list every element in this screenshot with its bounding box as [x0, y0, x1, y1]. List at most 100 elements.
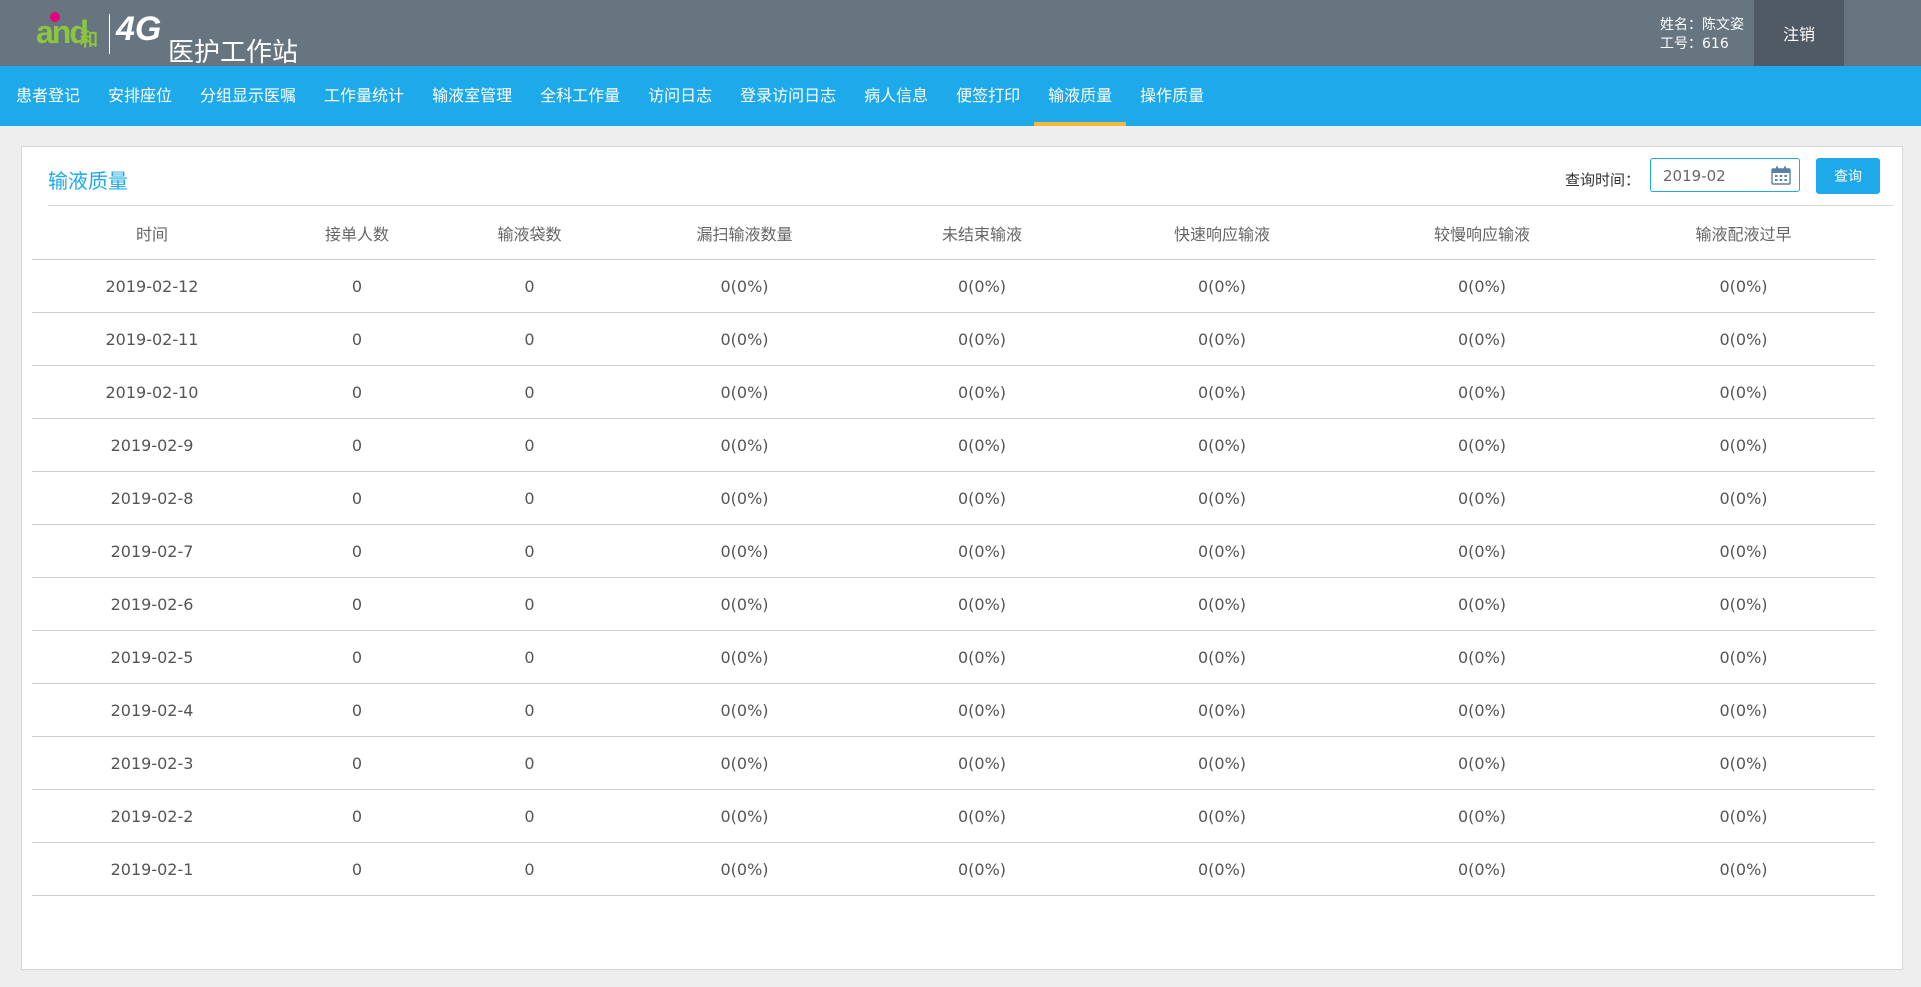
table-row: 2019-02-10 0 0 0(0%) 0(0%) 0(0%) 0(0%) 0(0%) [32, 365, 1875, 419]
table-cell: 0(0%) [872, 418, 1092, 472]
table-row: 2019-02-9 0 0 0(0%) 0(0%) 0(0%) 0(0%) 0(0%) [32, 418, 1875, 472]
table-cell: 0 [442, 683, 617, 737]
table-cell: 2019-02-3 [32, 736, 272, 790]
table-cell: 0 [442, 418, 617, 472]
user-id: 工号：616 [1660, 36, 1729, 52]
nav-list: 患者登记 安排座位 分组显示医嘱 工作量统计 输液室管理 全科工作量 访问日志 登录访问日志病… [0, 66, 1921, 126]
table-cell: 0 [272, 630, 442, 684]
calendar-icon[interactable] [1771, 166, 1791, 185]
nav-item-2[interactable]: 分组显示医嘱 [186, 66, 310, 126]
nav-item-9[interactable]: 便签打印 [942, 66, 1034, 126]
table-cell: 2019-02-8 [32, 471, 272, 525]
table-cell: 0(0%) [617, 259, 872, 313]
table-row: 2019-02-1 0 0 0(0%) 0(0%) 0(0%) 0(0%) 0(0%) [32, 842, 1875, 896]
column-header: 时间 [32, 207, 272, 260]
table-cell: 2019-02-1 [32, 842, 272, 896]
column-header: 输液袋数 [442, 207, 617, 260]
table-cell: 2019-02-11 [32, 312, 272, 366]
table-cell: 0(0%) [1352, 683, 1612, 737]
date-picker[interactable] [1650, 158, 1800, 192]
table-cell: 0(0%) [617, 471, 872, 525]
table-cell: 0 [442, 577, 617, 631]
table-cell: 0(0%) [1092, 471, 1352, 525]
table-cell: 0(0%) [1352, 259, 1612, 313]
table-cell: 0(0%) [1352, 471, 1612, 525]
table-cell: 0(0%) [872, 259, 1092, 313]
logout-button[interactable]: 注销 [1754, 0, 1844, 66]
table-cell: 0(0%) [1352, 630, 1612, 684]
table-row: 2019-02-6 0 0 0(0%) 0(0%) 0(0%) 0(0%) 0(0%) [32, 577, 1875, 631]
table-cell: 0(0%) [872, 312, 1092, 366]
table-cell: 0(0%) [872, 630, 1092, 684]
table-cell: 0(0%) [1612, 842, 1875, 896]
column-header: 输液配液过早 [1612, 207, 1875, 260]
table-cell: 0(0%) [1612, 630, 1875, 684]
user-info: 姓名：陈文姿 工号：616 [1660, 16, 1744, 54]
table-cell: 0(0%) [617, 524, 872, 578]
table-row: 2019-02-5 0 0 0(0%) 0(0%) 0(0%) 0(0%) 0(0%) [32, 630, 1875, 684]
table-cell: 0(0%) [1352, 842, 1612, 896]
nav-item-5[interactable]: 全科工作量 [526, 66, 634, 126]
table-cell: 2019-02-4 [32, 683, 272, 737]
table-row: 2019-02-8 0 0 0(0%) 0(0%) 0(0%) 0(0%) 0(0%) [32, 471, 1875, 525]
table-cell: 0(0%) [1092, 789, 1352, 843]
table-cell: 0(0%) [872, 577, 1092, 631]
table-cell: 2019-02-2 [32, 789, 272, 843]
table-cell: 0(0%) [872, 842, 1092, 896]
column-header: 接单人数 [272, 207, 442, 260]
table-cell: 0(0%) [1092, 259, 1352, 313]
table-cell: 0(0%) [1352, 418, 1612, 472]
table-cell: 0 [442, 259, 617, 313]
nav-item-4[interactable]: 输液室管理 [418, 66, 526, 126]
app-title: 医护工作站 [168, 38, 299, 68]
infusion-quality-table: 时间 接单人数 输液袋数 漏扫输液数量 未结束输液 快速响应输液 较慢响应输液 输液配液过早 … [32, 207, 1875, 896]
nav-item-3[interactable]: 工作量统计 [310, 66, 418, 126]
table-row: 2019-02-7 0 0 0(0%) 0(0%) 0(0%) 0(0%) 0(0%) [32, 524, 1875, 578]
table-cell: 0(0%) [1352, 736, 1612, 790]
table-row: 2019-02-4 0 0 0(0%) 0(0%) 0(0%) 0(0%) 0(0%) [32, 683, 1875, 737]
user-name: 姓名：陈文姿 [1660, 17, 1744, 33]
nav-item-1[interactable]: 安排座位 [94, 66, 186, 126]
nav-item-0[interactable]: 患者登记 [2, 66, 94, 126]
main-nav: 患者登记 安排座位 分组显示医嘱 工作量统计 输液室管理 全科工作量 访问日志 登录访问日志病… [0, 66, 1921, 126]
table-cell: 0 [272, 789, 442, 843]
table-row: 2019-02-12 0 0 0(0%) 0(0%) 0(0%) 0(0%) 0(0%) [32, 259, 1875, 313]
page-title: 输液质量 [48, 169, 128, 193]
table-cell: 0(0%) [617, 630, 872, 684]
table-cell: 0(0%) [1612, 736, 1875, 790]
table-cell: 0 [272, 471, 442, 525]
table-cell: 0 [442, 789, 617, 843]
nav-item-11[interactable]: 操作质量 [1126, 66, 1218, 126]
table-cell: 0 [272, 524, 442, 578]
table-cell: 0(0%) [617, 365, 872, 419]
logo-he: 和 [80, 30, 98, 51]
table-cell: 0(0%) [1612, 418, 1875, 472]
table-cell: 0(0%) [1352, 365, 1612, 419]
table-cell: 0 [272, 259, 442, 313]
nav-item-6[interactable]: 访问日志 [634, 66, 726, 126]
date-input[interactable] [1661, 160, 1775, 192]
table-cell: 0(0%) [872, 736, 1092, 790]
logo-4g: 4G [116, 10, 162, 48]
logo-divider [109, 14, 110, 54]
table-row: 2019-02-11 0 0 0(0%) 0(0%) 0(0%) 0(0%) 0(0%) [32, 312, 1875, 366]
query-button[interactable]: 查询 [1816, 158, 1880, 194]
table-cell: 0(0%) [617, 683, 872, 737]
table-cell: 0 [272, 418, 442, 472]
table-cell: 0 [272, 683, 442, 737]
table-cell: 0(0%) [1092, 736, 1352, 790]
table-cell: 0(0%) [617, 312, 872, 366]
table-cell: 2019-02-6 [32, 577, 272, 631]
nav-item-10[interactable]: 输液质量 [1034, 66, 1127, 126]
table-row: 2019-02-2 0 0 0(0%) 0(0%) 0(0%) 0(0%) 0(0%) [32, 789, 1875, 843]
nav-item-7[interactable]: 登录访问日志 [726, 66, 850, 126]
table-cell: 0(0%) [617, 418, 872, 472]
table-cell: 2019-02-10 [32, 365, 272, 419]
table-cell: 2019-02-9 [32, 418, 272, 472]
table-cell: 0(0%) [1092, 312, 1352, 366]
table-cell: 0(0%) [872, 471, 1092, 525]
nav-item-8[interactable]: 病人信息 [850, 66, 942, 126]
table-body: 2019-02-12 0 0 0(0%) 0(0%) 0(0%) 0(0%) 0(0%) 201… [32, 259, 1875, 896]
table-cell: 0(0%) [1612, 789, 1875, 843]
query-time-label: 查询时间： [1565, 171, 1641, 189]
